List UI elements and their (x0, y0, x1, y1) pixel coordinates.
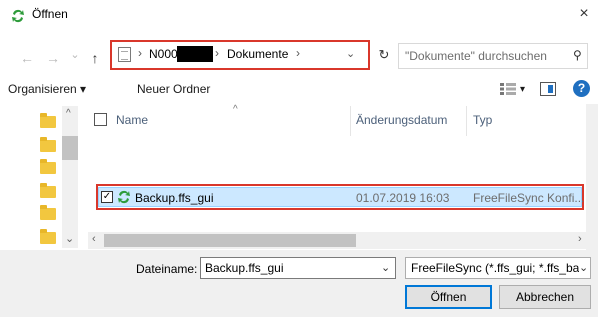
file-list (88, 104, 586, 250)
folder-icon[interactable] (40, 113, 56, 128)
organize-menu-button[interactable]: Organisieren ▾ (8, 82, 86, 96)
help-icon[interactable]: ? (573, 80, 590, 97)
file-date: 01.07.2019 16:03 (356, 191, 450, 205)
filename-label: Dateiname: (136, 262, 198, 276)
filetype-select[interactable]: FreeFileSync (*.ffs_gui; *.ffs_bat ⌄ (405, 257, 591, 279)
folder-icon[interactable] (40, 159, 56, 174)
scroll-down-arrow[interactable]: ⌄ (65, 232, 74, 245)
recent-locations-icon[interactable]: ⌄ (66, 48, 84, 61)
column-header-name[interactable]: Name (116, 113, 148, 127)
filename-combobox[interactable]: ⌄ (200, 257, 396, 279)
select-all-checkbox[interactable] (94, 113, 107, 126)
file-type: FreeFileSync Konfi... (473, 191, 585, 205)
refresh-icon[interactable]: ↻ (376, 47, 392, 63)
chevron-down-icon[interactable]: ⌄ (579, 261, 588, 274)
scroll-right-arrow[interactable]: › (578, 233, 582, 245)
new-folder-button[interactable]: Neuer Ordner (137, 82, 210, 96)
redaction-box (177, 46, 213, 62)
filetype-value: FreeFileSync (*.ffs_gui; *.ffs_bat (411, 261, 579, 275)
folder-icon[interactable] (40, 183, 56, 198)
close-icon[interactable]: × (574, 4, 594, 24)
up-arrow-icon[interactable]: ↑ (86, 50, 104, 66)
navigation-scrollbar[interactable] (62, 106, 78, 248)
navigation-scroll-thumb[interactable] (62, 136, 78, 160)
open-button[interactable]: Öffnen (405, 285, 492, 309)
preview-pane-icon[interactable] (540, 82, 556, 96)
chevron-down-icon[interactable]: ⌄ (381, 261, 390, 274)
view-options-icon[interactable] (500, 83, 516, 95)
address-bar[interactable]: › N000 › Dokumente › ⌄ (110, 40, 370, 70)
column-divider[interactable] (350, 106, 351, 136)
folder-icon[interactable] (40, 229, 56, 244)
breadcrumb-item-user[interactable]: N000 (149, 47, 178, 61)
breadcrumb-item-dokumente[interactable]: Dokumente (227, 47, 288, 61)
breadcrumb: › N000 › Dokumente › ⌄ (112, 42, 368, 68)
title-bar: Öffnen × (0, 0, 598, 30)
breadcrumb-separator[interactable]: › (296, 46, 300, 60)
window-title: Öffnen (32, 7, 68, 21)
cancel-button[interactable]: Abbrechen (499, 285, 591, 309)
column-divider[interactable] (466, 106, 467, 136)
freefilesync-icon (12, 9, 24, 23)
folder-icon[interactable] (40, 137, 56, 152)
scroll-left-arrow[interactable]: ‹ (92, 233, 96, 245)
breadcrumb-separator[interactable]: › (215, 46, 219, 60)
file-list-scrollbar[interactable] (586, 104, 598, 250)
search-icon[interactable]: ⚲ (573, 48, 582, 62)
chevron-down-icon[interactable]: ▾ (520, 84, 525, 95)
back-arrow-icon[interactable]: ← (18, 50, 36, 66)
filename-input[interactable] (205, 261, 375, 275)
sort-ascending-icon: ^ (233, 104, 238, 115)
documents-location-icon (118, 47, 131, 62)
file-name[interactable]: Backup.ffs_gui (135, 191, 214, 205)
forward-arrow-icon[interactable]: → (44, 50, 62, 66)
folder-icon[interactable] (40, 205, 56, 220)
file-row-checkbox[interactable]: ✓ (101, 191, 113, 203)
breadcrumb-separator[interactable]: › (138, 46, 142, 60)
horizontal-scroll-thumb[interactable] (104, 234, 356, 247)
search-box[interactable]: ⚲ (398, 43, 588, 69)
column-header-type[interactable]: Typ (473, 113, 492, 127)
scroll-up-arrow[interactable]: ^ (66, 108, 71, 119)
search-input[interactable] (405, 48, 565, 64)
chevron-down-icon[interactable]: ⌄ (346, 47, 355, 60)
freefilesync-file-icon (118, 190, 130, 204)
column-header-date[interactable]: Änderungsdatum (356, 113, 447, 127)
